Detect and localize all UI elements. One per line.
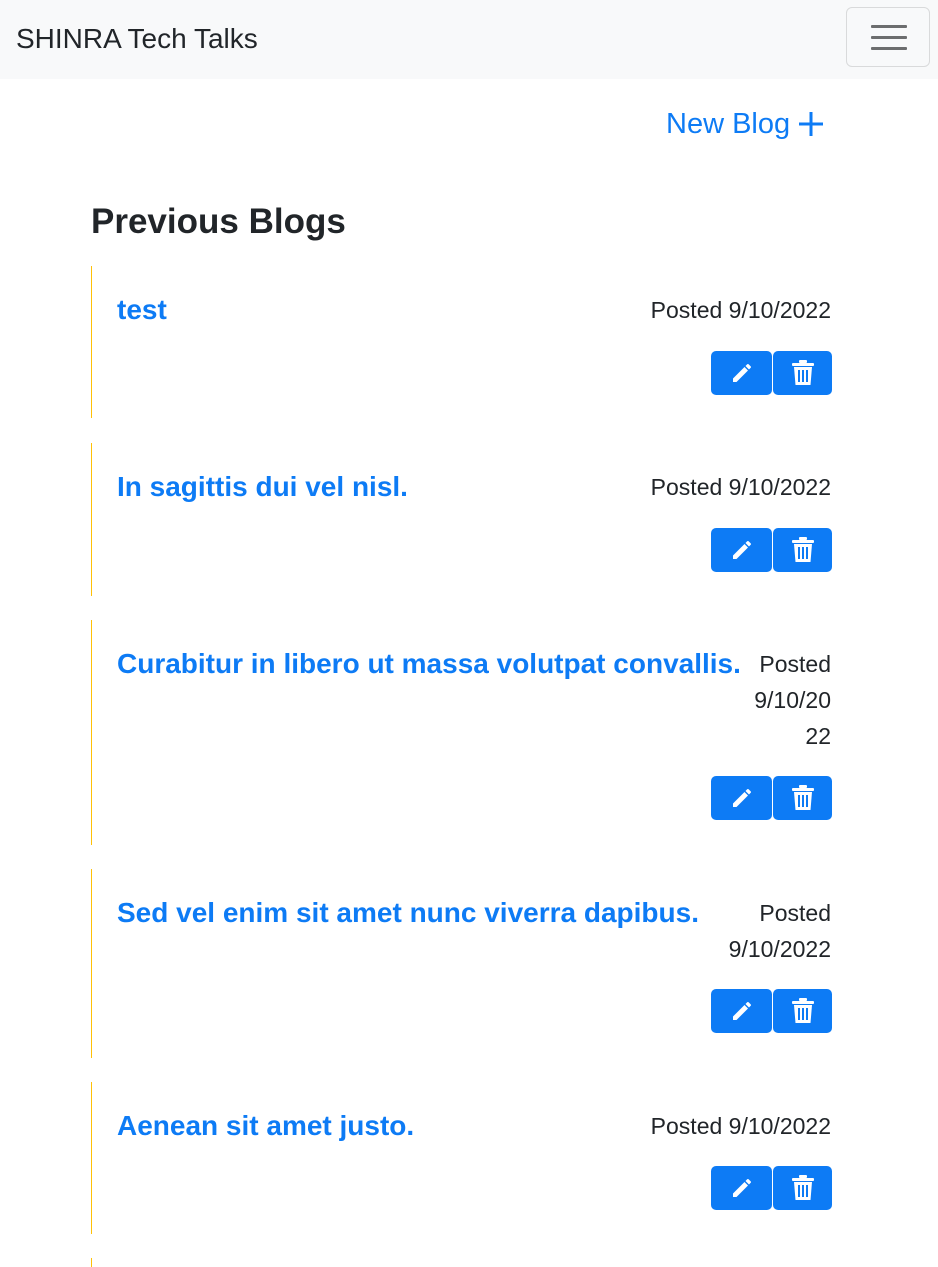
- posted-line: Posted: [759, 651, 831, 677]
- delete-button[interactable]: [773, 1166, 832, 1210]
- blog-card-partial: [91, 1258, 851, 1267]
- trash-icon: [791, 360, 814, 385]
- navbar-toggler-button[interactable]: [846, 7, 930, 67]
- pencil-icon: [732, 541, 751, 559]
- trash-icon: [791, 1175, 814, 1200]
- pencil-icon: [732, 1179, 751, 1197]
- blog-title-link[interactable]: Aenean sit amet justo.: [117, 1108, 414, 1144]
- edit-button[interactable]: [711, 1166, 772, 1210]
- blog-card: In sagittis dui vel nisl. Posted 9/10/20…: [91, 443, 851, 596]
- posted-line: Posted: [759, 900, 831, 926]
- posted-date: Posted 9/10/2022: [650, 1113, 831, 1139]
- pencil-icon: [732, 789, 751, 807]
- delete-button[interactable]: [773, 776, 832, 820]
- edit-button[interactable]: [711, 351, 772, 395]
- plus-icon: [799, 112, 824, 136]
- blog-title-link[interactable]: Sed vel enim sit amet nunc viverra dapib…: [117, 895, 699, 931]
- posted-date: Posted 9/10/2022: [729, 895, 831, 967]
- posted-line: 22: [805, 723, 831, 749]
- pencil-icon: [732, 364, 751, 382]
- posted-line: 9/10/20: [754, 687, 831, 713]
- blog-title-link[interactable]: test: [117, 292, 167, 328]
- delete-button[interactable]: [773, 989, 832, 1033]
- blog-title-link[interactable]: Curabitur in libero ut massa volutpat co…: [117, 646, 741, 682]
- new-blog-label: New Blog: [666, 108, 791, 140]
- blog-card: Aenean sit amet justo. Posted 9/10/2022: [91, 1082, 851, 1234]
- trash-icon: [791, 998, 814, 1023]
- posted-line: 9/10/2022: [728, 936, 831, 962]
- blog-card: Curabitur in libero ut massa volutpat co…: [91, 620, 851, 845]
- navbar: SHINRA Tech Talks: [0, 0, 938, 79]
- blog-card: Sed vel enim sit amet nunc viverra dapib…: [91, 869, 851, 1058]
- posted-date: Posted 9/10/20 22: [754, 646, 831, 754]
- delete-button[interactable]: [773, 528, 832, 572]
- edit-button[interactable]: [711, 989, 772, 1033]
- new-blog-link[interactable]: New Blog: [666, 104, 824, 144]
- edit-button[interactable]: [711, 528, 772, 572]
- delete-button[interactable]: [773, 351, 832, 395]
- blog-card: test Posted 9/10/2022: [91, 266, 851, 418]
- trash-icon: [791, 537, 814, 562]
- hamburger-icon: [871, 25, 907, 51]
- blog-title-link[interactable]: In sagittis dui vel nisl.: [117, 469, 408, 505]
- posted-date: Posted 9/10/2022: [650, 297, 831, 323]
- brand-link[interactable]: SHINRA Tech Talks: [16, 20, 258, 58]
- edit-button[interactable]: [711, 776, 772, 820]
- posted-date: Posted 9/10/2022: [650, 474, 831, 500]
- pencil-icon: [732, 1002, 751, 1020]
- trash-icon: [791, 785, 814, 810]
- section-title: Previous Blogs: [91, 202, 346, 241]
